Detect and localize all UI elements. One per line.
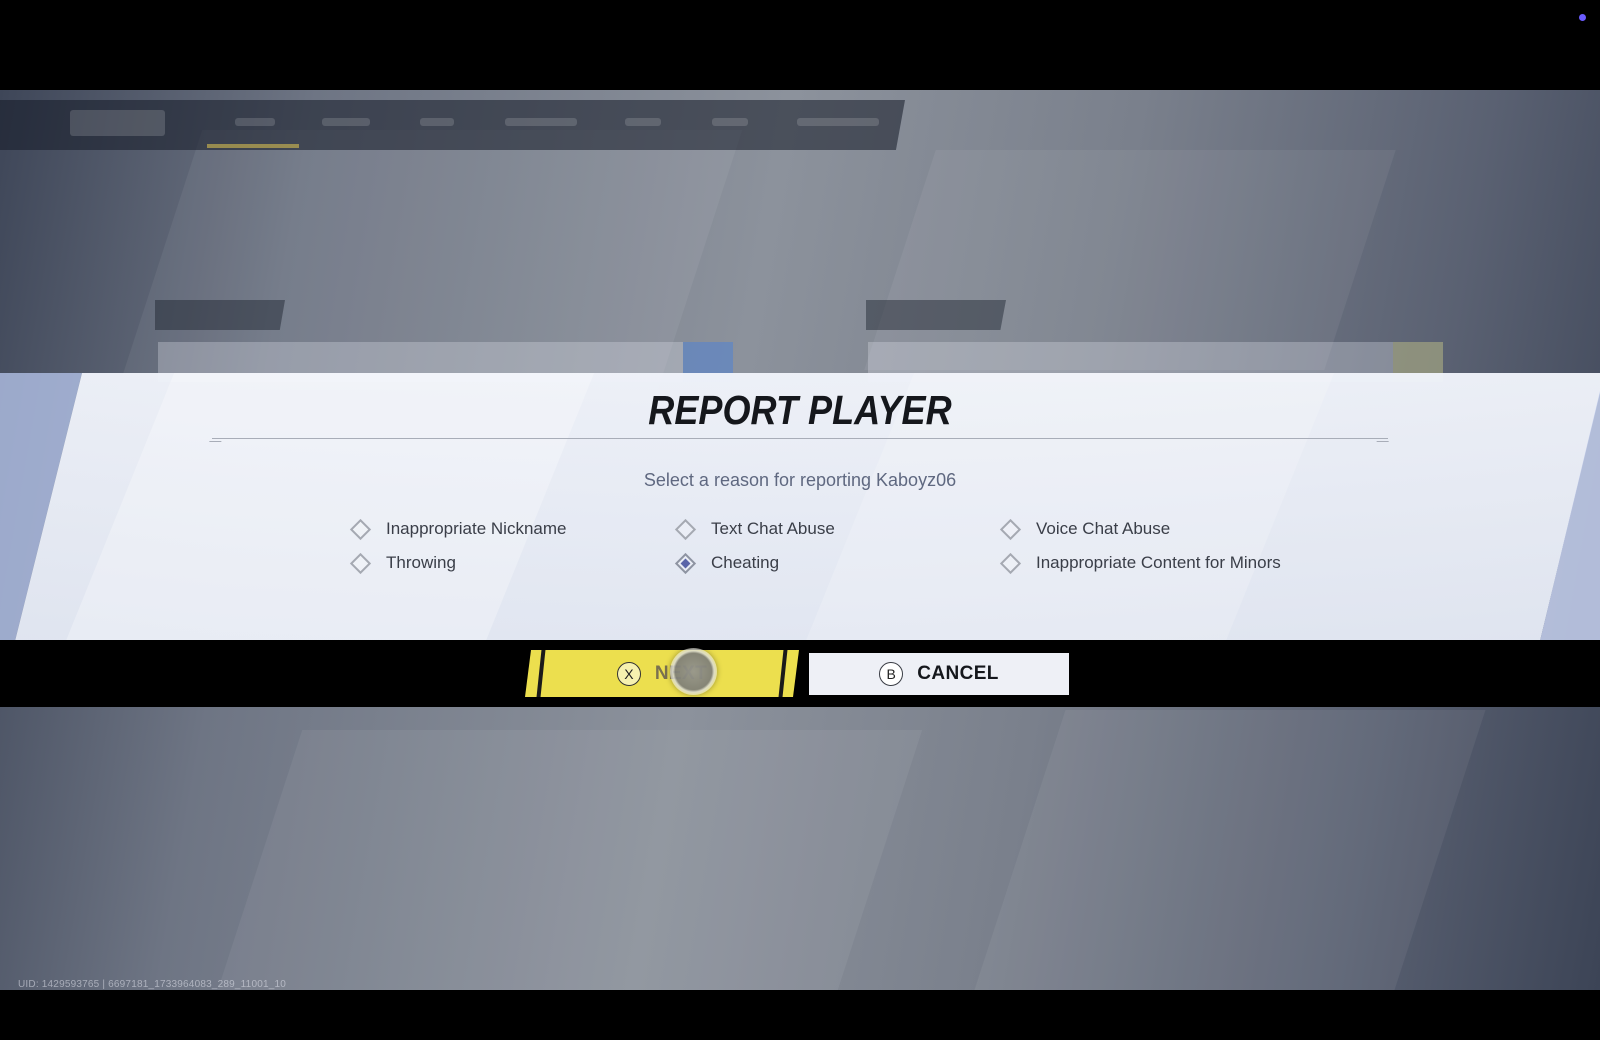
letterbox-top: [0, 0, 1600, 90]
bg-logo: [70, 110, 165, 136]
bg-tab: [235, 118, 275, 126]
option-label: Inappropriate Content for Minors: [1036, 553, 1281, 572]
dialog-subtitle: Select a reason for reporting Kaboyz06: [643, 470, 957, 490]
option-label: Inappropriate Nickname: [386, 519, 567, 538]
x-button-glyph-icon: X: [616, 661, 641, 686]
letterbox-bottom: [0, 990, 1600, 1040]
bg-team-label: [155, 300, 285, 330]
bg-facet: [217, 730, 923, 990]
bg-tab: [712, 118, 748, 126]
uid-readout: UID: 1429593765 | 6697181_1733964083_289…: [18, 979, 287, 990]
controller-cursor-icon: [670, 648, 717, 695]
option-cheating[interactable]: Cheating: [674, 550, 780, 576]
bg-tab: [420, 118, 454, 126]
bg-team-label: [866, 300, 1006, 330]
title-divider: [212, 438, 1388, 439]
option-text-chat-abuse[interactable]: Text Chat Abuse: [674, 516, 835, 542]
button-stripe: [536, 650, 546, 697]
bg-tab: [797, 118, 879, 126]
bg-tab: [625, 118, 661, 126]
b-button-glyph-icon: B: [879, 662, 904, 686]
cancel-button-label: CANCEL: [917, 663, 999, 684]
radio-diamond-icon: [349, 518, 372, 540]
option-label: Cheating: [711, 553, 780, 572]
radio-diamond-icon: [999, 518, 1022, 540]
option-label: Voice Chat Abuse: [1036, 519, 1171, 538]
bg-facet: [864, 150, 1396, 370]
bg-tab-indicator: [207, 144, 299, 148]
button-bar: [0, 640, 1600, 707]
radio-diamond-icon: [349, 552, 372, 574]
option-label: Text Chat Abuse: [711, 519, 835, 538]
option-inappropriate-content-minors[interactable]: Inappropriate Content for Minors: [999, 550, 1281, 576]
option-inappropriate-nickname[interactable]: Inappropriate Nickname: [349, 516, 567, 542]
option-throwing[interactable]: Throwing: [349, 550, 456, 576]
radio-diamond-icon: [999, 552, 1022, 574]
radio-diamond-selected-icon: [674, 552, 697, 574]
bg-facet: [974, 710, 1486, 990]
bg-tab: [505, 118, 577, 126]
option-label: Throwing: [386, 553, 456, 572]
bg-tab: [322, 118, 370, 126]
option-voice-chat-abuse[interactable]: Voice Chat Abuse: [999, 516, 1171, 542]
status-dot-icon: [1579, 14, 1586, 21]
radio-diamond-icon: [674, 518, 697, 540]
next-button[interactable]: X NEXT: [525, 650, 799, 697]
button-stripe: [778, 650, 788, 697]
cancel-button[interactable]: B CANCEL: [809, 653, 1069, 695]
dialog-title: REPORT PLAYER: [648, 387, 952, 433]
